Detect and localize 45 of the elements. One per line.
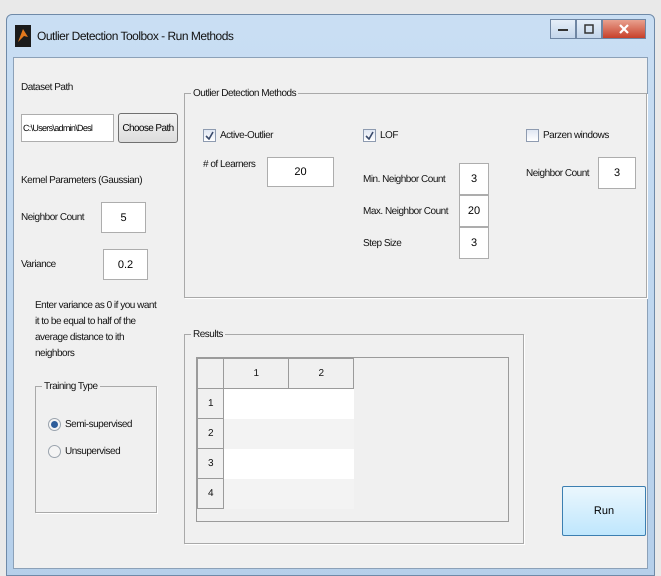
close-button[interactable]	[602, 19, 646, 39]
input-field[interactable]: 20	[267, 157, 334, 187]
field-label: Variance	[21, 258, 57, 272]
choose-path-button[interactable]: Choose Path	[118, 113, 178, 143]
option-label: Semi-supervised	[65, 418, 132, 432]
column-header: 2	[288, 358, 354, 388]
column-header: 1	[224, 358, 288, 388]
row-header: 4	[198, 478, 224, 508]
app-icon	[15, 25, 31, 47]
maximize-icon	[584, 24, 594, 34]
field-label: # of Learners	[203, 158, 256, 172]
checkbox[interactable]	[203, 129, 216, 142]
field-label: Neighbor Count	[21, 211, 86, 225]
row-header: 2	[198, 418, 224, 448]
field-label: Neighbor Count	[526, 166, 590, 180]
checkbox-label: Parzen windows	[543, 129, 609, 143]
hint-text: Enter variance as 0 if you want it to be equal to half of the average distance to ith neighbors	[35, 299, 158, 361]
window-title: Outlier Detection Toolbox - Run Methods	[37, 28, 234, 45]
close-icon	[618, 24, 630, 34]
row-header: 3	[198, 448, 224, 478]
input-field[interactable]: 3	[459, 227, 489, 259]
option-label: Unsupervised	[65, 445, 120, 459]
minimize-button[interactable]	[550, 19, 576, 39]
checkbox[interactable]	[526, 129, 539, 142]
checkbox[interactable]	[363, 129, 376, 142]
input-field[interactable]: 3	[598, 157, 636, 189]
row-header: 1	[198, 388, 224, 418]
input-field[interactable]: 20	[459, 195, 489, 227]
input-field[interactable]: 5	[101, 202, 146, 233]
maximize-button[interactable]	[576, 19, 602, 39]
run-button[interactable]: Run	[562, 486, 646, 536]
checkbox-label: LOF	[380, 129, 398, 143]
field-label: Step Size	[363, 236, 402, 250]
input-field[interactable]: C:\Users\admin\Desl	[21, 114, 114, 142]
radio-button[interactable]	[48, 445, 61, 458]
section-label: Kernel Parameters (Gaussian)	[21, 174, 144, 188]
input-field[interactable]: 0.2	[103, 249, 148, 280]
field-label: Dataset Path	[21, 81, 74, 95]
input-field[interactable]: 3	[459, 163, 489, 195]
minimize-icon	[558, 26, 568, 32]
checkbox-label: Active-Outlier	[220, 129, 274, 143]
radio-button[interactable]	[48, 418, 61, 431]
field-label: Min. Neighbor Count	[363, 172, 447, 186]
field-label: Max. Neighbor Count	[363, 204, 450, 218]
group-title: Training Type	[42, 379, 100, 394]
